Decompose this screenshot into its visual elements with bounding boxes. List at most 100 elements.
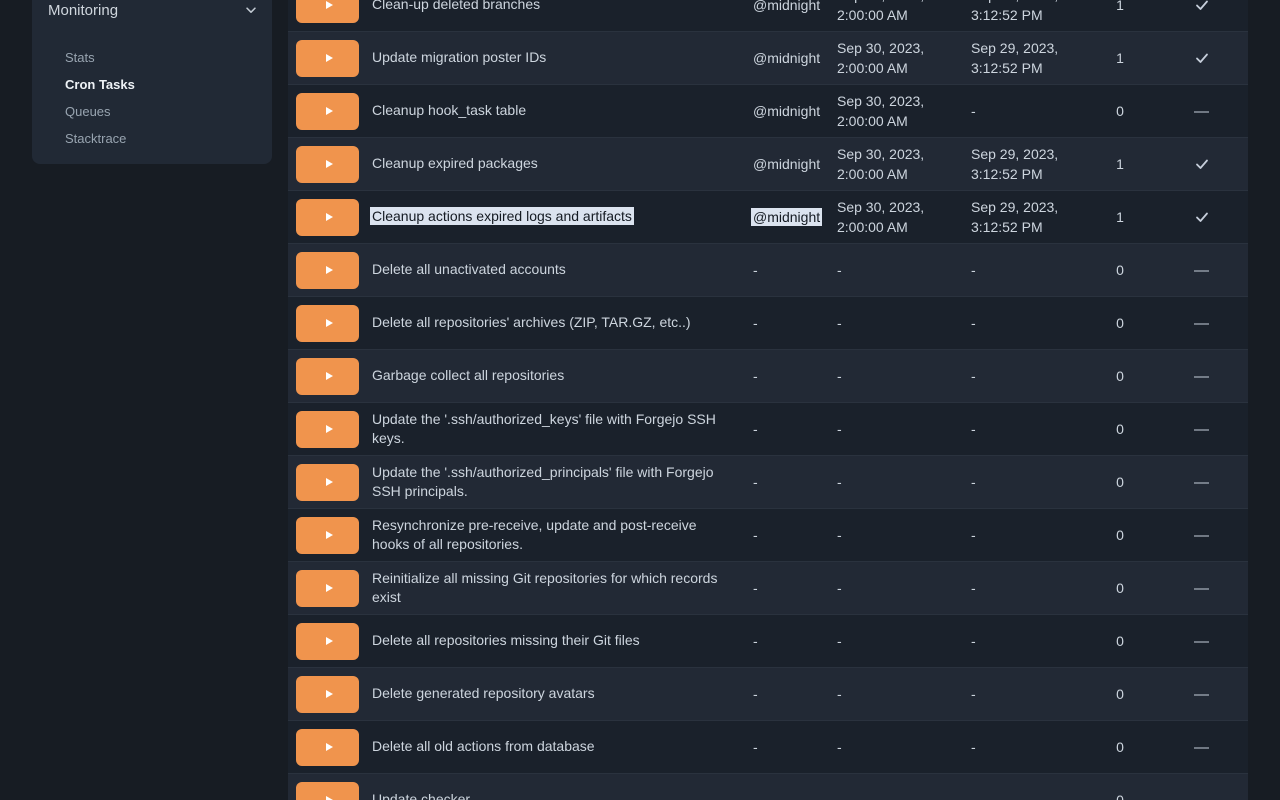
task-name-cell: Delete all unactivated accounts	[372, 260, 753, 280]
status-cell: —	[1155, 792, 1248, 800]
table-row: Resynchronize pre-receive, update and po…	[288, 508, 1248, 561]
status-cell: —	[1155, 739, 1248, 756]
table-row: Reinitialize all missing Git repositorie…	[288, 561, 1248, 614]
no-status-dash: —	[1194, 527, 1209, 544]
task-name: Delete all unactivated accounts	[372, 261, 566, 277]
next-run-cell: -	[837, 737, 971, 757]
task-name-cell: Cleanup hook_task table	[372, 101, 753, 121]
play-icon	[326, 425, 333, 433]
exec-count-cell: 1	[1085, 50, 1155, 66]
task-name: Delete all repositories missing their Gi…	[372, 632, 640, 648]
run-task-button[interactable]	[296, 464, 359, 501]
run-task-button[interactable]	[296, 0, 359, 23]
schedule-value: @midnight	[753, 50, 820, 66]
play-icon	[326, 266, 333, 274]
last-run-cell: -	[971, 684, 1085, 704]
run-task-button[interactable]	[296, 93, 359, 130]
schedule-cell: -	[753, 421, 837, 437]
schedule-value: -	[753, 421, 758, 437]
task-name-cell: Cleanup expired packages	[372, 154, 753, 174]
run-task-button[interactable]	[296, 358, 359, 395]
next-run-cell: -	[837, 260, 971, 280]
run-task-button[interactable]	[296, 252, 359, 289]
sidebar-item-cron-tasks[interactable]: Cron Tasks	[32, 71, 272, 98]
run-task-button[interactable]	[296, 305, 359, 342]
cron-tasks-table: Clean-up deleted branches @midnight Sep 30…	[288, 0, 1248, 800]
task-name: Garbage collect all repositories	[372, 367, 564, 383]
last-run-cell: Sep 29, 2023, 3:12:52 PM	[971, 197, 1085, 237]
no-status-dash: —	[1194, 474, 1209, 491]
exec-count-cell: 0	[1085, 262, 1155, 278]
task-name-cell: Update migration poster IDs	[372, 48, 753, 68]
last-run-cell: -	[971, 737, 1085, 757]
play-icon	[326, 1, 333, 9]
status-cell	[1155, 0, 1248, 13]
next-run-cell: -	[837, 472, 971, 492]
sidebar-item-queues[interactable]: Queues	[32, 98, 272, 125]
play-icon	[326, 478, 333, 486]
sidebar-item-stats[interactable]: Stats	[32, 44, 272, 71]
table-row: Cleanup hook_task table@midnightSep 30, …	[288, 84, 1248, 137]
last-run-cell: -	[971, 313, 1085, 333]
run-task-cell	[288, 517, 372, 554]
status-cell: —	[1155, 368, 1248, 385]
task-name-cell: Delete generated repository avatars	[372, 684, 753, 704]
task-name: Delete generated repository avatars	[372, 685, 595, 701]
last-run-cell: Sep 29, 2023, 3:12:52 PM	[971, 38, 1085, 78]
run-task-cell	[288, 199, 372, 236]
table-row: Update the '.ssh/authorized_principals' …	[288, 455, 1248, 508]
run-task-button[interactable]	[296, 623, 359, 660]
run-task-cell	[288, 358, 372, 395]
run-task-button[interactable]	[296, 782, 359, 800]
play-icon	[326, 690, 333, 698]
run-task-cell	[288, 252, 372, 289]
next-run-cell: -	[837, 419, 971, 439]
schedule-value: -	[753, 792, 758, 800]
status-cell: —	[1155, 474, 1248, 491]
task-name: Clean-up deleted branches	[372, 0, 540, 12]
no-status-dash: —	[1194, 368, 1209, 385]
next-run-cell: Sep 30, 2023, 2:00:00 AM	[837, 0, 971, 25]
sidebar-section-monitoring[interactable]: Monitoring	[32, 0, 272, 22]
next-run-cell: Sep 30, 2023, 2:00:00 AM	[837, 91, 971, 131]
no-status-dash: —	[1194, 262, 1209, 279]
status-cell: —	[1155, 262, 1248, 279]
run-task-button[interactable]	[296, 517, 359, 554]
run-task-button[interactable]	[296, 146, 359, 183]
run-task-button[interactable]	[296, 411, 359, 448]
status-cell: —	[1155, 580, 1248, 597]
play-icon	[326, 107, 333, 115]
exec-count-cell: 0	[1085, 580, 1155, 596]
schedule-value: @midnight	[751, 208, 822, 226]
table-row: Cleanup expired packages@midnightSep 30,…	[288, 137, 1248, 190]
run-task-button[interactable]	[296, 40, 359, 77]
no-status-dash: —	[1194, 792, 1209, 800]
task-name-cell: Delete all old actions from database	[372, 737, 753, 757]
no-status-dash: —	[1194, 633, 1209, 650]
play-icon	[326, 637, 333, 645]
exec-count-cell: 0	[1085, 474, 1155, 490]
run-task-button[interactable]	[296, 676, 359, 713]
exec-count-cell: 0	[1085, 527, 1155, 543]
run-task-cell	[288, 464, 372, 501]
table-row: Delete all unactivated accounts---0—	[288, 243, 1248, 296]
monitoring-sidebar: Monitoring StatsCron TasksQueuesStacktra…	[32, 0, 272, 164]
run-task-button[interactable]	[296, 729, 359, 766]
table-row: Cleanup actions expired logs and artifac…	[288, 190, 1248, 243]
table-row: Update checker---0—	[288, 773, 1248, 800]
last-run-cell: -	[971, 260, 1085, 280]
check-icon	[1194, 0, 1210, 13]
schedule-value: -	[753, 527, 758, 543]
task-name-cell: Resynchronize pre-receive, update and po…	[372, 516, 753, 555]
table-row: Delete generated repository avatars---0—	[288, 667, 1248, 720]
exec-count-cell: 0	[1085, 686, 1155, 702]
sidebar-item-stacktrace[interactable]: Stacktrace	[32, 125, 272, 152]
task-name: Delete all repositories' archives (ZIP, …	[372, 314, 691, 330]
task-name-cell: Clean-up deleted branches	[372, 0, 753, 14]
schedule-cell: @midnight	[753, 50, 837, 66]
run-task-button[interactable]	[296, 570, 359, 607]
run-task-button[interactable]	[296, 199, 359, 236]
schedule-value: -	[753, 686, 758, 702]
next-run-cell: Sep 30, 2023, 2:00:00 AM	[837, 144, 971, 184]
table-row: Update the '.ssh/authorized_keys' file w…	[288, 402, 1248, 455]
